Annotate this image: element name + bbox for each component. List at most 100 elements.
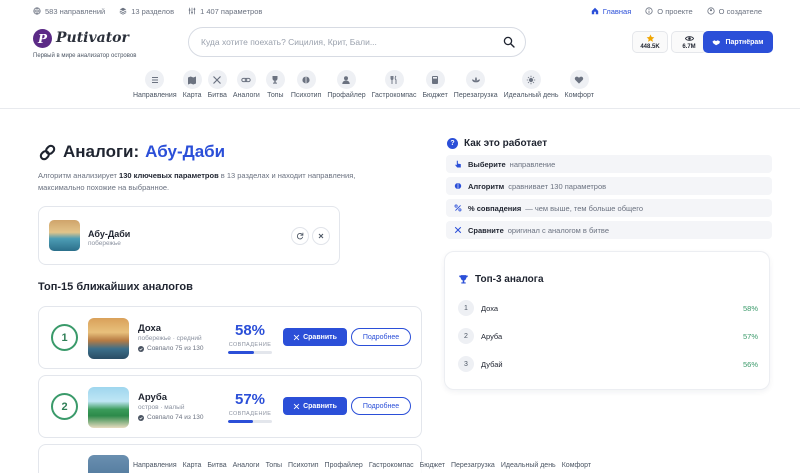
sections-count: 13 разделов: [119, 7, 174, 16]
top3-name: Дубай: [481, 359, 503, 369]
swords-icon: [293, 403, 300, 409]
destination-name: Абу-Даби: [88, 229, 131, 239]
search-input[interactable]: [201, 37, 503, 47]
about-project-link[interactable]: О проекте: [645, 7, 693, 16]
similarity-percent: 57%: [234, 391, 266, 408]
desc-part: Алгоритм анализирует: [38, 171, 120, 180]
percent-icon: [454, 204, 462, 212]
analog-type: остров · малый: [138, 404, 185, 411]
rank-badge: 1: [51, 324, 78, 351]
top3-rank: 3: [458, 356, 474, 372]
compare-label: Сравнить: [303, 402, 337, 410]
rating-value: 448.5K: [640, 44, 660, 50]
question-icon: ?: [447, 138, 458, 149]
bottom-nav-item[interactable]: Комфорт: [559, 462, 594, 473]
similarity-percent: 58%: [234, 322, 266, 339]
analog-type: побережье · средний: [138, 335, 202, 342]
analogs-heading: Топ-15 ближайших аналогов: [38, 281, 193, 293]
bottom-nav-item[interactable]: Направления: [130, 462, 180, 473]
nav-item-gastrocompass[interactable]: Гастрокомпас: [369, 70, 420, 104]
details-button[interactable]: Подробнее: [351, 328, 411, 346]
top-links: Главная О проекте О создателе: [591, 7, 762, 16]
compare-button[interactable]: Сравнить: [283, 397, 347, 415]
step-bold: Алгоритм: [468, 181, 505, 191]
clear-button[interactable]: [312, 227, 330, 245]
nav-item-comfort[interactable]: Комфорт: [562, 70, 597, 104]
eye-icon: [684, 36, 694, 41]
trophy-icon: [272, 75, 278, 84]
nav-item-profiler[interactable]: Профайлер: [324, 70, 368, 104]
nav-item-psychotype[interactable]: Психотип: [288, 70, 325, 104]
bottom-nav-item[interactable]: Аналоги: [230, 462, 263, 473]
bottom-nav-item[interactable]: Топы: [263, 462, 285, 473]
sun-icon: [526, 75, 536, 84]
top3-value: 56%: [742, 359, 758, 369]
main-nav: Направления Карта Битва Аналоги Топы Пси…: [130, 70, 597, 104]
top3-value: 58%: [742, 303, 758, 313]
similarity-bar: [228, 351, 272, 354]
logo-mark: P: [33, 29, 52, 48]
home-link[interactable]: Главная: [591, 7, 631, 16]
bottom-nav-item[interactable]: Профайлер: [322, 462, 366, 473]
heart-icon: [575, 76, 584, 84]
top3-name: Аруба: [481, 331, 503, 341]
top3-row[interactable]: 3 Дубай 56%: [458, 356, 758, 372]
desc-highlight: 130 ключевых параметров: [119, 171, 219, 180]
about-author-label: О создателе: [718, 6, 762, 16]
similarity-bar-fill: [228, 351, 254, 354]
views-value: 6.7M: [682, 44, 696, 50]
similarity-bar: [228, 420, 272, 423]
brand-tagline: Первый в мире анализатор островов: [33, 53, 137, 59]
check-circle-icon: [138, 345, 144, 352]
params-count: 1 407 параметров: [188, 7, 262, 16]
pointer-icon: [455, 160, 461, 168]
top3-rank: 2: [458, 328, 474, 344]
top3-row[interactable]: 2 Аруба 57%: [458, 328, 758, 344]
details-button[interactable]: Подробнее: [351, 397, 411, 415]
link-icon: [241, 77, 252, 82]
brain-icon: [454, 182, 462, 190]
bottom-nav-item[interactable]: Бюджет: [417, 462, 448, 473]
home-icon: [591, 7, 598, 15]
refresh-button[interactable]: [291, 227, 309, 245]
title-prefix: Аналоги:: [63, 142, 140, 161]
nav-item-ideal-day[interactable]: Идеальный день: [501, 70, 562, 104]
match-text: Совпало 74 из 130: [147, 414, 204, 421]
rating-badge[interactable]: 448.5K: [632, 31, 668, 53]
nav-label: Карта: [182, 92, 202, 99]
logo[interactable]: P Putivator Первый в мире анализатор ост…: [33, 29, 163, 59]
nav-item-budget[interactable]: Бюджет: [419, 70, 450, 104]
how-step: Сравните оригинал с аналогом в битве: [446, 221, 772, 239]
search-icon[interactable]: [503, 36, 515, 48]
nav-label: Аналоги: [232, 92, 260, 99]
analog-photo: [88, 455, 129, 473]
bottom-nav-item[interactable]: Карта: [180, 462, 205, 473]
bottom-nav-item[interactable]: Идеальный день: [498, 462, 559, 473]
bottom-nav-item[interactable]: Гастрокомпас: [366, 462, 417, 473]
bottom-nav-item[interactable]: Психотип: [285, 462, 322, 473]
analog-card: 1 Доха побережье · средний Совпало 75 из…: [38, 306, 422, 369]
nav-item-directions[interactable]: Направления: [130, 70, 180, 104]
lotus-icon: [471, 76, 480, 82]
views-badge[interactable]: 6.7M: [671, 31, 707, 53]
swords-icon: [454, 226, 462, 234]
nav-item-battle[interactable]: Битва: [205, 70, 230, 104]
about-author-link[interactable]: О создателе: [707, 7, 762, 16]
check-circle-icon: [138, 414, 144, 421]
nav-item-map[interactable]: Карта: [180, 70, 205, 104]
how-it-works-heading: ? Как это работает: [447, 138, 547, 149]
bottom-nav-item[interactable]: Перезагрузка: [448, 462, 498, 473]
bottom-nav: Направления Карта Битва Аналоги Топы Пси…: [130, 462, 595, 473]
nav-item-reboot[interactable]: Перезагрузка: [451, 70, 501, 104]
partner-button[interactable]: Партнёрам: [703, 31, 773, 53]
nav-item-analogs[interactable]: Аналоги: [230, 70, 263, 104]
step-text: направление: [509, 159, 556, 169]
bottom-nav-item[interactable]: Битва: [204, 462, 229, 473]
page-description: Алгоритм анализирует 130 ключевых параме…: [38, 170, 378, 193]
nav-item-tops[interactable]: Топы: [263, 70, 288, 104]
nav-label: Направления: [133, 92, 177, 99]
top3-row[interactable]: 1 Доха 58%: [458, 300, 758, 316]
similarity-label: СОВПАДЕНИЕ: [228, 411, 272, 417]
compare-button[interactable]: Сравнить: [283, 328, 347, 346]
top3-title: Топ-3 аналога: [475, 274, 544, 285]
